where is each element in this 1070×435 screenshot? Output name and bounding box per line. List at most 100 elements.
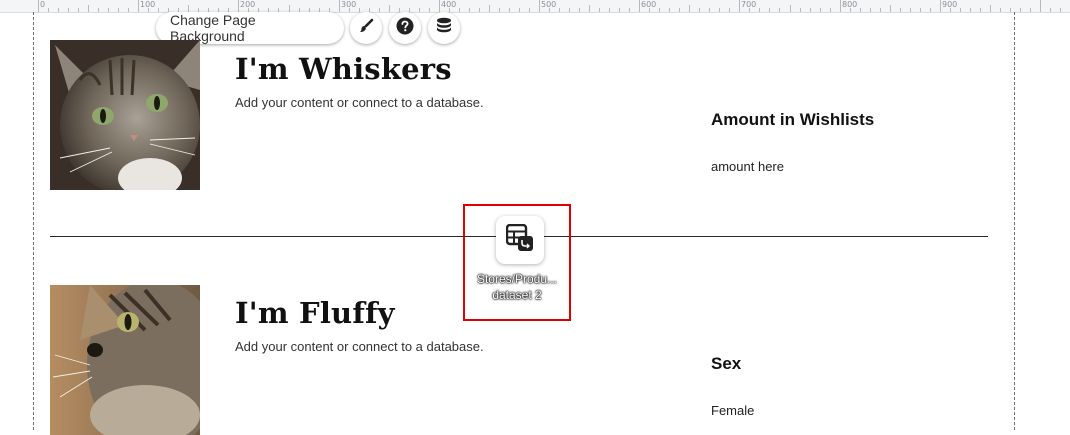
ruler-label: 800 <box>842 0 858 9</box>
ruler-tick <box>509 8 510 12</box>
ruler-tick <box>669 8 670 12</box>
ruler-tick <box>860 8 861 12</box>
ruler-tick <box>679 8 680 12</box>
cat-photo-fluffy[interactable] <box>50 285 200 435</box>
item-right-value[interactable]: amount here <box>711 159 784 174</box>
help-icon <box>396 17 414 40</box>
ruler-tick <box>38 0 39 12</box>
ruler-label: 100 <box>140 0 156 9</box>
ruler-tick <box>599 8 600 12</box>
ruler-tick <box>439 0 440 12</box>
ruler-tick <box>659 8 660 12</box>
ruler-tick <box>429 8 430 12</box>
ruler-label: 900 <box>942 0 958 9</box>
data-button[interactable] <box>428 12 460 44</box>
ruler-tick <box>910 8 911 12</box>
item-title[interactable]: I'm Fluffy <box>235 296 395 330</box>
ruler-tick <box>108 8 109 12</box>
ruler-tick <box>479 8 480 12</box>
ruler-tick <box>78 8 79 12</box>
ruler-tick <box>779 8 780 12</box>
ruler-tick <box>970 8 971 12</box>
stage-right-guide <box>1014 12 1015 430</box>
ruler-tick <box>689 5 690 12</box>
stage-left-guide <box>33 12 34 430</box>
ruler-tick <box>940 0 941 12</box>
ruler-tick <box>389 5 390 12</box>
ruler-tick <box>419 8 420 12</box>
item-right-heading[interactable]: Amount in Wishlists <box>711 110 874 130</box>
ruler-tick <box>98 8 99 12</box>
ruler-tick <box>629 8 630 12</box>
ruler-label: 600 <box>641 0 657 9</box>
top-ruler: 0 100 200 300 400 500 600 700 800 900 <box>0 0 1070 13</box>
ruler-tick <box>138 0 139 12</box>
ruler-tick <box>339 0 340 12</box>
dataset-icon <box>505 223 534 257</box>
ruler-tick <box>719 8 720 12</box>
ruler-tick <box>559 8 560 12</box>
ruler-label: 400 <box>441 0 457 9</box>
ruler-tick <box>709 8 710 12</box>
ruler-tick <box>88 5 89 12</box>
item-subtitle[interactable]: Add your content or connect to a databas… <box>235 95 484 110</box>
ruler-tick <box>1000 8 1001 12</box>
ruler-tick <box>1050 8 1051 12</box>
cat-photo-whiskers[interactable] <box>50 40 200 190</box>
ruler-tick <box>900 8 901 12</box>
item-right-value[interactable]: Female <box>711 403 754 418</box>
ruler-tick <box>589 5 590 12</box>
ruler-tick <box>409 8 410 12</box>
ruler-tick <box>529 8 530 12</box>
ruler-tick <box>920 8 921 12</box>
ruler-tick <box>118 8 119 12</box>
database-icon <box>436 17 452 40</box>
ruler-tick <box>539 0 540 12</box>
item-subtitle[interactable]: Add your content or connect to a databas… <box>235 339 484 354</box>
ruler-tick <box>399 8 400 12</box>
ruler-label: 0 <box>40 0 46 9</box>
ruler-label: 700 <box>741 0 757 9</box>
ruler-tick <box>1060 8 1061 12</box>
ruler-tick <box>880 8 881 12</box>
ruler-tick <box>810 8 811 12</box>
item-title[interactable]: I'm Whiskers <box>235 52 452 86</box>
ruler-tick <box>820 8 821 12</box>
ruler-tick <box>489 5 490 12</box>
ruler-tick <box>1040 0 1041 12</box>
ruler-tick <box>469 8 470 12</box>
ruler-tick <box>729 8 730 12</box>
ruler-tick <box>359 8 360 12</box>
ruler-tick <box>930 8 931 12</box>
ruler-tick <box>739 0 740 12</box>
item-right-heading[interactable]: Sex <box>711 354 741 374</box>
ruler-tick <box>579 8 580 12</box>
ruler-tick <box>639 0 640 12</box>
design-button[interactable] <box>350 12 382 44</box>
ruler-tick <box>990 5 991 12</box>
ruler-tick <box>58 8 59 12</box>
ruler-tick <box>289 5 290 12</box>
ruler-label: 500 <box>541 0 557 9</box>
ruler-tick <box>1010 8 1011 12</box>
dataset-button[interactable] <box>496 216 544 264</box>
dataset-name-label: Stores/Produ... <box>476 272 558 286</box>
ruler-tick <box>800 8 801 12</box>
ruler-tick <box>459 8 460 12</box>
ruler-tick <box>759 8 760 12</box>
dataset-id-label: dataset 2 <box>492 288 542 302</box>
brush-icon <box>358 18 374 39</box>
ruler-tick <box>769 8 770 12</box>
ruler-tick <box>48 8 49 12</box>
help-button[interactable] <box>389 12 421 44</box>
ruler-tick <box>188 5 189 12</box>
ruler-tick <box>609 8 610 12</box>
ruler-tick <box>1020 8 1021 12</box>
ruler-tick <box>840 0 841 12</box>
ruler-label: 200 <box>240 0 256 9</box>
ruler-tick <box>569 8 570 12</box>
ruler-tick <box>619 8 620 12</box>
ruler-tick <box>238 0 239 12</box>
ruler-label: 300 <box>341 0 357 9</box>
ruler-tick <box>790 5 791 12</box>
